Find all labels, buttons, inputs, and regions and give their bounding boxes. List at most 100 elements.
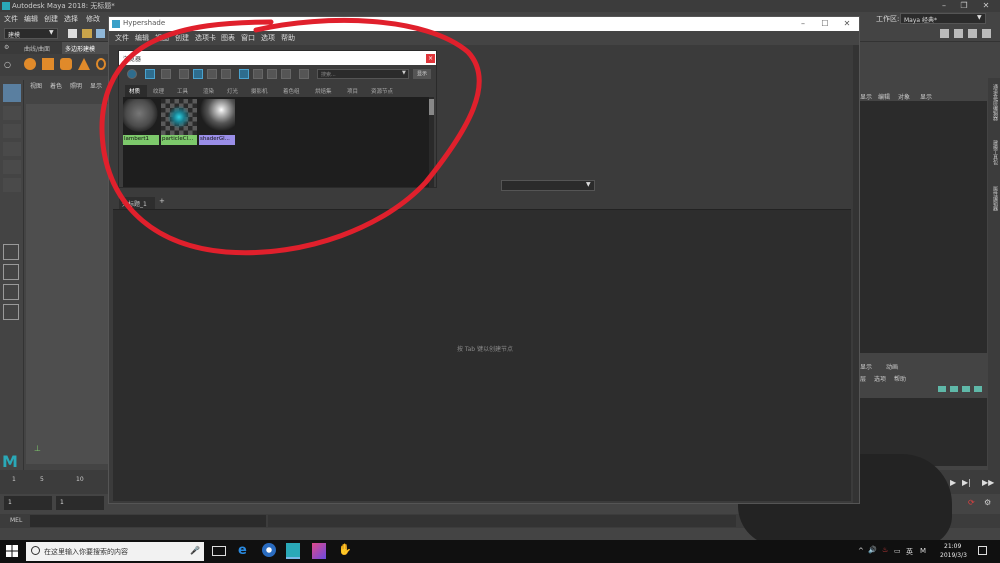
shelf-options-icon[interactable]: ○ [4, 60, 11, 69]
add-tab-button[interactable]: + [159, 197, 165, 205]
new-layer-selected-icon[interactable] [950, 386, 958, 392]
node-editor-area[interactable]: 按 Tab 键以创建节点 [113, 209, 851, 501]
browser-tab-bake-sets[interactable]: 烘焙集 [315, 87, 332, 95]
hs-menu-view[interactable]: 视图 [155, 33, 169, 43]
rotate-tool-icon[interactable] [3, 160, 21, 174]
list-view-icon[interactable] [145, 69, 155, 79]
scale-tool-icon[interactable] [3, 178, 21, 192]
auto-key-icon[interactable]: ⟳ [968, 498, 975, 507]
close-icon[interactable]: ✕ [978, 0, 994, 12]
viewport-menu-view[interactable]: 视图 [30, 81, 42, 90]
restore-icon[interactable]: ❐ [956, 0, 972, 12]
grid-medium-icon[interactable] [193, 69, 203, 79]
paint-taskbar-icon[interactable]: ✋ [338, 543, 352, 559]
tray-app-icon[interactable]: ♨ [882, 546, 888, 554]
outliner-menu-edit[interactable]: 编辑 [878, 92, 890, 101]
move-up-layer-icon[interactable] [962, 386, 970, 392]
new-layer-icon[interactable] [938, 386, 946, 392]
browser-tab-projects[interactable]: 项目 [347, 87, 358, 95]
menu-select[interactable]: 选择 [64, 14, 78, 24]
photos-taskbar-icon[interactable] [312, 543, 326, 559]
browser-close-icon[interactable]: × [426, 54, 435, 63]
side-tab-attribute-editor[interactable]: 属性编辑器 [989, 186, 999, 211]
save-icon[interactable] [96, 29, 105, 38]
minimize-icon[interactable]: – [936, 0, 952, 12]
taskbar-clock-time[interactable]: 21:09 [944, 543, 961, 550]
viewport-menu-show[interactable]: 显示 [90, 81, 102, 90]
attribute-editor-icon[interactable] [968, 29, 977, 38]
viewport-menu-lighting[interactable]: 照明 [70, 81, 82, 90]
side-tab-modeling-toolkit[interactable]: 建模工具包 [989, 140, 999, 165]
material-swatch-lambert1[interactable]: lambert1 [123, 99, 159, 145]
browser-tab-shading-groups[interactable]: 着色组 [283, 87, 300, 95]
grid-small-icon[interactable] [179, 69, 189, 79]
preferences-icon[interactable]: ⚙ [984, 498, 991, 507]
network-icon[interactable]: ▭ [894, 547, 901, 555]
current-frame-field[interactable]: 1 [56, 496, 104, 510]
sort-by-type-icon[interactable] [253, 69, 263, 79]
open-folder-icon[interactable] [82, 29, 92, 38]
outliner-list[interactable] [860, 101, 987, 353]
hs-maximize-icon[interactable]: ☐ [815, 17, 835, 31]
shelf-tab-curves[interactable]: 曲线/曲面 [24, 44, 50, 53]
viewport-menu-shading[interactable]: 着色 [50, 81, 62, 90]
poly-torus-icon[interactable] [96, 58, 106, 70]
sort-by-name-icon[interactable] [239, 69, 249, 79]
menu-create[interactable]: 创建 [44, 14, 58, 24]
command-input[interactable] [30, 515, 266, 527]
layer-menu-layers[interactable]: 层 [860, 374, 866, 383]
volume-icon[interactable]: 🔊 [868, 546, 877, 554]
windows-start-icon[interactable] [6, 545, 18, 557]
workspace-dropdown[interactable]: Maya 经典* ▼ [900, 13, 986, 24]
range-start-field[interactable]: 1 [4, 496, 52, 510]
notifications-icon[interactable] [978, 546, 987, 555]
step-forward-icon[interactable]: ▶| [962, 478, 971, 487]
single-view-layout-icon[interactable] [3, 244, 19, 260]
hs-menu-edit[interactable]: 编辑 [135, 33, 149, 43]
paint-select-icon[interactable] [3, 124, 21, 138]
four-view-layout-icon[interactable] [3, 264, 19, 280]
outliner-menu-object[interactable]: 对象 [898, 92, 910, 101]
sort-by-time-icon[interactable] [267, 69, 277, 79]
browser-scrollbar-thumb[interactable] [429, 99, 434, 115]
browser-tab-rendering[interactable]: 渲染 [203, 87, 214, 95]
poly-sphere-icon[interactable] [24, 58, 36, 70]
viewport[interactable]: ⊥ [26, 104, 110, 464]
grid-xlarge-icon[interactable] [221, 69, 231, 79]
hs-menu-options[interactable]: 选项 [261, 33, 275, 43]
edge-browser-icon[interactable]: e [238, 543, 252, 559]
outliner-layout-icon[interactable] [3, 304, 19, 320]
material-swatch-particle-cloud[interactable]: particleCl... [161, 99, 197, 145]
refresh-icon[interactable] [281, 69, 291, 79]
outliner-icon[interactable] [954, 29, 963, 38]
layer-tab-display[interactable]: 显示 [860, 362, 872, 371]
maya-taskbar-icon[interactable] [286, 543, 300, 559]
ime-language-indicator[interactable]: 英 [906, 547, 913, 557]
hs-menu-graph[interactable]: 图表 [221, 33, 235, 43]
shelf-tab-settings-icon[interactable]: ⚙ [4, 44, 9, 51]
work-area-tab[interactable]: 无标题_1 [119, 197, 155, 209]
dots-icon[interactable] [161, 69, 171, 79]
outliner-menu-display[interactable]: 显示 [860, 92, 872, 101]
browser-tab-lights[interactable]: 灯光 [227, 87, 238, 95]
browser-tab-asset-nodes[interactable]: 资源节点 [371, 87, 393, 95]
lasso-tool-icon[interactable] [3, 106, 21, 120]
menu-modify[interactable]: 修改 [86, 14, 100, 24]
layer-tab-anim[interactable]: 动画 [886, 362, 898, 371]
browser-tab-cameras[interactable]: 摄影机 [251, 87, 268, 95]
sphere-preview-icon[interactable] [127, 69, 137, 79]
render-settings-icon[interactable] [940, 29, 949, 38]
app-taskbar-icon[interactable] [262, 543, 276, 557]
menu-edit[interactable]: 编辑 [24, 14, 38, 24]
tool-settings-icon[interactable] [982, 29, 991, 38]
taskbar-search-box[interactable]: 在这里输入你要搜索的内容 🎤 [26, 542, 204, 561]
poly-cube-icon[interactable] [42, 58, 54, 70]
side-tab-channel-box[interactable]: 通道盒/层编辑器 [989, 84, 999, 121]
search-options-icon[interactable] [299, 69, 309, 79]
layer-menu-options[interactable]: 选项 [874, 374, 886, 383]
grid-large-icon[interactable] [207, 69, 217, 79]
ime-mode-indicator[interactable]: M [920, 547, 926, 555]
task-view-icon[interactable] [212, 546, 226, 556]
move-tool-icon[interactable] [3, 142, 21, 156]
hs-menu-tabs[interactable]: 选项卡 [195, 33, 216, 43]
